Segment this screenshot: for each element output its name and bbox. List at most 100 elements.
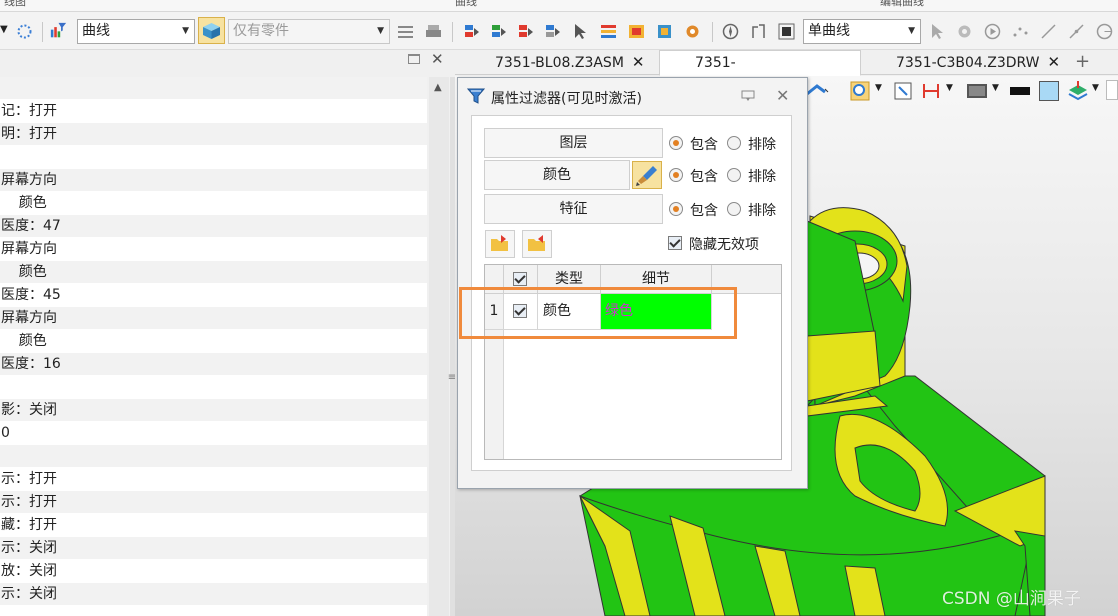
list-item[interactable] [0, 445, 427, 468]
folder-save-icon [528, 235, 545, 251]
chevron-down-icon: ▼ [908, 26, 915, 36]
feature-cube-icon[interactable] [656, 23, 673, 40]
filter-toolbar: ▼ 曲线 ▼ 仅有零件 ▼ 单曲线 ▼ [0, 12, 1118, 50]
feature-include-radio[interactable] [669, 202, 683, 216]
layer-filter-button[interactable]: 图层 [484, 128, 663, 158]
include-label: 包含 [690, 137, 718, 153]
ribbon-group-label: 编辑曲线 [880, 0, 924, 8]
list-item[interactable]: 0 [0, 422, 427, 445]
select-body-icon[interactable] [517, 23, 534, 40]
attribute-filter-dialog: 属性过滤器(可见时激活) ✕ 图层 包含 排除 颜色 包含 排除 特征 包含 排… [457, 77, 808, 489]
include-label: 包含 [690, 203, 718, 219]
list-item[interactable]: 影：关闭 [0, 399, 427, 422]
dialog-titlebar[interactable]: 属性过滤器(可见时激活) ✕ [458, 78, 807, 114]
list-item[interactable]: 医度：47 [0, 215, 427, 238]
row-header-strip [485, 330, 504, 459]
property-panel: ✕ 记：打开 明：打开 屏幕方向 颜色 医度：47 屏幕方向 颜色 医度：45 屏幕方向 颜… [0, 50, 456, 616]
list-item[interactable] [0, 376, 427, 399]
brush-icon [636, 166, 657, 186]
list-item[interactable] [0, 146, 427, 169]
line-icon[interactable] [1040, 23, 1057, 40]
compass-icon[interactable] [722, 23, 739, 40]
filter-dots-icon[interactable] [16, 23, 33, 40]
color-exclude-radio[interactable] [727, 168, 741, 182]
layer-list-icon[interactable] [600, 23, 617, 40]
curve-filter-select[interactable]: 曲线 ▼ [77, 19, 195, 44]
layer-exclude-radio[interactable] [727, 136, 741, 150]
highlight-box [459, 287, 737, 339]
close-icon[interactable]: ✕ [776, 86, 789, 105]
list-item[interactable]: 示：关闭 [0, 583, 427, 606]
layer-include-radio[interactable] [669, 136, 683, 150]
tab-drw[interactable]: 7351-C3B04.Z3DRW ✕ [896, 50, 1060, 75]
folder-open-icon [491, 235, 508, 251]
spline-points-icon[interactable] [1012, 23, 1029, 40]
list-item[interactable]: 记：打开 [0, 100, 427, 123]
tab-asm[interactable]: 7351-BL08.Z3ASM ✕ [495, 50, 644, 75]
list-item[interactable]: 明：打开 [0, 123, 427, 146]
close-icon[interactable]: ✕ [431, 50, 444, 68]
feature-exclude-radio[interactable] [727, 202, 741, 216]
gear-icon[interactable] [684, 23, 701, 40]
list-item[interactable]: 放：关闭 [0, 560, 427, 583]
list-item[interactable] [0, 77, 427, 100]
list-item[interactable]: 屏幕方向 [0, 169, 427, 192]
close-icon[interactable]: ✕ [632, 53, 645, 71]
exclude-label: 排除 [748, 203, 776, 219]
list-filter-icon[interactable] [397, 23, 414, 40]
select-face-icon[interactable] [463, 23, 480, 40]
cursor-arrow-icon[interactable] [928, 23, 945, 40]
stop-icon[interactable] [778, 23, 795, 40]
add-tab-button[interactable]: + [1075, 50, 1090, 75]
chevron-down-icon: ▼ [377, 26, 384, 36]
print-icon[interactable] [425, 23, 442, 40]
select-point-icon[interactable] [544, 23, 561, 40]
exclude-label: 排除 [748, 169, 776, 185]
chevron-down-icon: ▼ [182, 26, 189, 36]
color-filter-button[interactable]: 颜色 [484, 160, 630, 190]
tab-label: 7351-C3B04.Z3DRW [896, 55, 1040, 71]
play-icon[interactable] [984, 23, 1001, 40]
color-include-radio[interactable] [669, 168, 683, 182]
list-item[interactable]: 示：关闭 [0, 537, 427, 560]
list-item[interactable]: 医度：16 [0, 353, 427, 376]
list-item[interactable]: 屏幕方向 [0, 238, 427, 261]
line-point-icon[interactable] [1068, 23, 1085, 40]
list-item[interactable]: 示：打开 [0, 491, 427, 514]
settings-gear-icon[interactable] [956, 23, 973, 40]
tab-prt[interactable]: 7351-C3B04.Z3PRT✕ [659, 50, 861, 96]
list-item[interactable]: 示：打开 [0, 468, 427, 491]
list-item[interactable]: 颜色 [0, 192, 427, 215]
dropdown-arrow-icon[interactable]: ▼ [0, 24, 8, 35]
list-item[interactable]: 屏幕方向 [0, 307, 427, 330]
hide-invalid-label: 隐藏无效项 [689, 237, 759, 253]
select-edge-icon[interactable] [490, 23, 507, 40]
color-palette-icon[interactable] [628, 23, 645, 40]
vertical-scrollbar[interactable]: ▲ [429, 77, 449, 616]
feature-filter-button[interactable]: 特征 [484, 194, 663, 224]
ribbon-group-label: 线图 [4, 0, 26, 8]
select-all-checkbox[interactable] [513, 272, 527, 286]
ribbon-group-labels: 线图 曲线 编辑曲线 [0, 0, 1118, 12]
pin-icon[interactable] [741, 90, 755, 102]
circle-center-icon[interactable] [1096, 23, 1113, 40]
list-item[interactable]: 颜色 [0, 261, 427, 284]
cursor-arrow-icon[interactable] [571, 23, 588, 40]
part-scope-button[interactable] [198, 17, 225, 44]
filter-funnel-icon[interactable] [50, 22, 67, 39]
ribbon-group-label: 曲线 [455, 0, 477, 8]
hide-invalid-checkbox[interactable] [668, 236, 682, 250]
save-filter-button[interactable] [522, 230, 552, 258]
pick-path-icon[interactable] [750, 23, 767, 40]
list-item[interactable]: 藏：打开 [0, 514, 427, 537]
restore-window-icon[interactable] [408, 54, 420, 64]
single-curve-select[interactable]: 单曲线 ▼ [803, 19, 921, 44]
list-item[interactable]: 颜色 [0, 330, 427, 353]
scope-select[interactable]: 仅有零件 ▼ [228, 19, 390, 44]
open-filter-button[interactable] [485, 230, 515, 258]
color-pick-button[interactable] [632, 161, 662, 189]
list-item[interactable]: 医度：45 [0, 284, 427, 307]
scroll-up-icon[interactable]: ▲ [434, 82, 442, 93]
exclude-label: 排除 [748, 137, 776, 153]
close-icon[interactable]: ✕ [1048, 53, 1061, 71]
